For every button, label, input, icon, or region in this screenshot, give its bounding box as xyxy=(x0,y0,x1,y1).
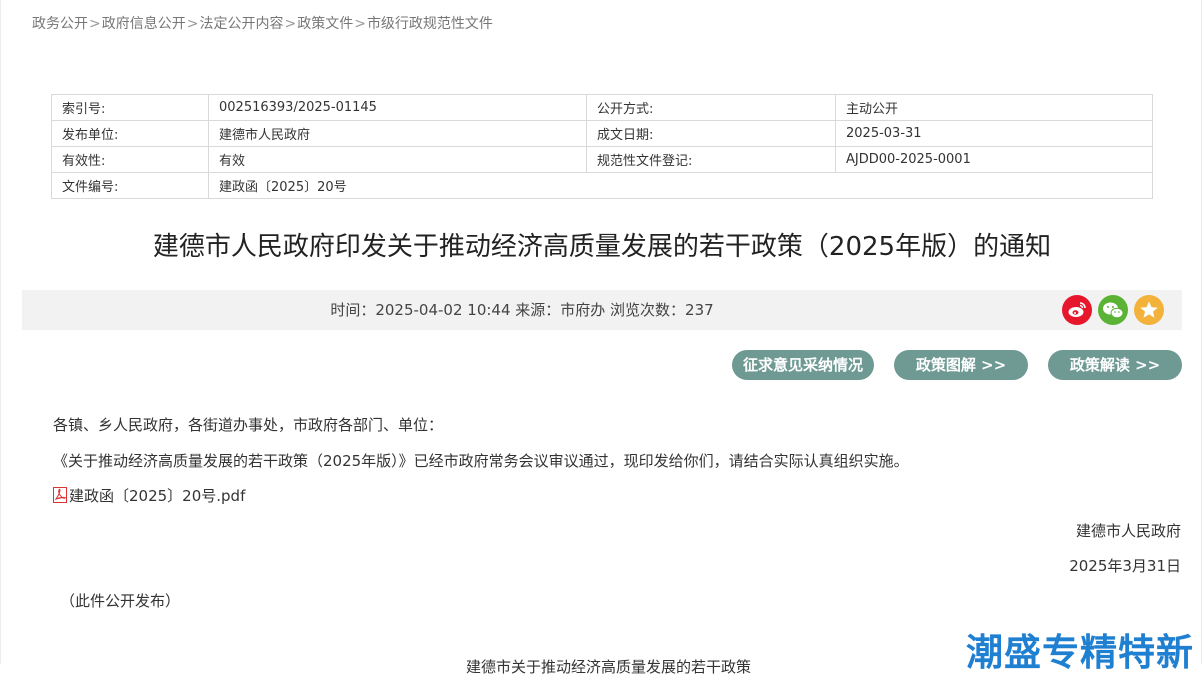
salutation: 各镇、乡人民政府，各街道办事处，市政府各部门、单位： xyxy=(53,416,444,434)
favorite-icon[interactable] xyxy=(1134,295,1164,325)
validity-value: 有效 xyxy=(208,146,587,173)
index-label: 索引号: xyxy=(51,94,209,121)
breadcrumb-item[interactable]: 市级行政规范性文件 xyxy=(367,16,493,32)
breadcrumb-separator: > xyxy=(284,16,297,32)
breadcrumb-item[interactable]: 政府信息公开 xyxy=(102,16,186,32)
info-bar: 时间：2025-04-02 10:44 来源：市府办 浏览次数：237 xyxy=(22,290,1182,330)
index-value: 002516393/2025-01145 xyxy=(208,94,587,121)
attachment-title-partial: 建德市关于推动经济高质量发展的若干政策 xyxy=(466,658,752,676)
signer: 建德市人民政府 xyxy=(1075,522,1181,540)
meta-row: 发布单位: 建德市人民政府 成文日期: 2025-03-31 xyxy=(51,120,1153,147)
date-label: 成文日期: xyxy=(586,120,836,147)
meta-row: 索引号: 002516393/2025-01145 公开方式: 主动公开 xyxy=(51,94,1153,121)
breadcrumb-separator: > xyxy=(186,16,199,32)
publisher-label: 发布单位: xyxy=(51,120,209,147)
document-meta-table: 索引号: 002516393/2025-01145 公开方式: 主动公开 发布单… xyxy=(51,94,1153,199)
breadcrumb-item[interactable]: 法定公开内容 xyxy=(199,16,283,32)
breadcrumb-separator: > xyxy=(89,16,101,32)
publish-info: 时间：2025-04-02 10:44 来源：市府办 浏览次数：237 xyxy=(330,301,714,319)
open-mode-value: 主动公开 xyxy=(835,94,1153,121)
attachment: 建政函〔2025〕20号.pdf xyxy=(53,485,245,506)
doc-number-value: 建政函〔2025〕20号 xyxy=(208,172,1153,199)
page-title: 建德市人民政府印发关于推动经济高质量发展的若干政策（2025年版）的通知 xyxy=(152,232,1052,262)
open-mode-label: 公开方式: xyxy=(586,94,836,121)
publisher-value: 建德市人民政府 xyxy=(208,120,587,147)
registration-value: AJDD00-2025-0001 xyxy=(835,146,1153,173)
feedback-adoption-button[interactable]: 征求意见采纳情况 xyxy=(732,350,874,380)
validity-label: 有效性: xyxy=(51,146,209,173)
registration-label: 规范性文件登记: xyxy=(586,146,836,173)
pdf-icon xyxy=(53,487,67,503)
meta-row: 文件编号: 建政函〔2025〕20号 xyxy=(51,172,1153,199)
wechat-icon[interactable] xyxy=(1098,295,1128,325)
doc-number-label: 文件编号: xyxy=(51,172,209,199)
breadcrumb-separator: > xyxy=(354,16,366,32)
breadcrumb-item[interactable]: 政务公开 xyxy=(32,16,88,32)
date-value: 2025-03-31 xyxy=(835,120,1153,147)
policy-graphic-button[interactable]: 政策图解 >> xyxy=(894,350,1028,380)
attachment-link[interactable]: 建政函〔2025〕20号.pdf xyxy=(69,487,245,505)
body-paragraph: 《关于推动经济高质量发展的若干政策（2025年版）》已经市政府常务会议审议通过，… xyxy=(53,452,909,470)
policy-interpretation-button[interactable]: 政策解读 >> xyxy=(1048,350,1182,380)
breadcrumb-item[interactable]: 政策文件 xyxy=(297,16,353,32)
breadcrumb: 政务公开>政府信息公开>法定公开内容>政策文件>市级行政规范性文件 xyxy=(32,13,493,33)
watermark: 潮盛专精特新 xyxy=(966,631,1194,674)
release-note: （此件公开发布） xyxy=(60,592,181,610)
weibo-icon[interactable] xyxy=(1062,295,1092,325)
sign-date: 2025年3月31日 xyxy=(1069,557,1181,575)
meta-row: 有效性: 有效 规范性文件登记: AJDD00-2025-0001 xyxy=(51,146,1153,173)
